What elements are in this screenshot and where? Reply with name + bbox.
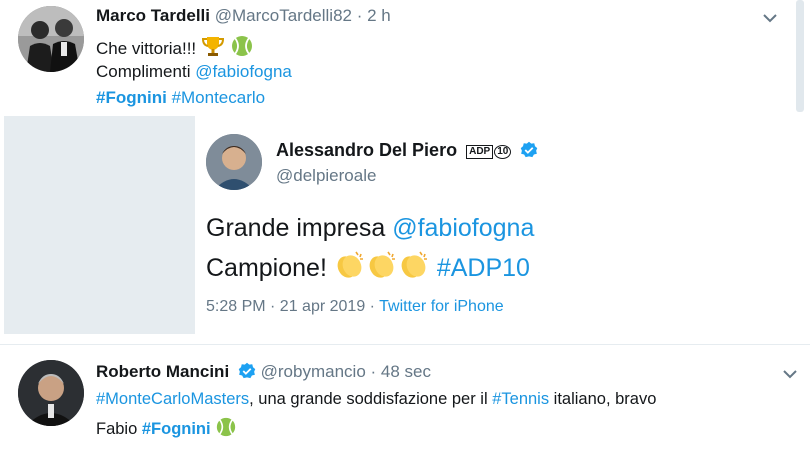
chevron-down-icon[interactable] bbox=[782, 366, 798, 382]
hashtag-link[interactable]: #Fognini bbox=[142, 420, 211, 438]
trophy-icon bbox=[201, 37, 224, 56]
tweet-text: Che vittoria!!! bbox=[96, 39, 197, 58]
quoted-timestamp-line: 5:28 PM · 21 apr 2019 · Twitter for iPho… bbox=[206, 298, 504, 316]
hashtag-link[interactable]: #MonteCarloMasters bbox=[96, 390, 249, 408]
quoted-author-handle[interactable]: @delpieroale bbox=[276, 166, 376, 186]
quoted-text-line: Campione! #ADP10 bbox=[206, 250, 530, 283]
author-name[interactable]: Roberto Mancini bbox=[96, 362, 229, 381]
avatar-tardelli[interactable] bbox=[18, 6, 84, 72]
tweet-text: italiano, bravo bbox=[549, 390, 657, 408]
embedded-media-placeholder bbox=[4, 116, 195, 334]
author-name[interactable]: Marco Tardelli bbox=[96, 6, 210, 25]
tweet-text-line: Fabio #Fognini bbox=[96, 416, 237, 439]
quoted-text: Grande impresa bbox=[206, 214, 393, 242]
tweet-time[interactable]: · 48 sec bbox=[371, 362, 431, 381]
tweet-divider bbox=[0, 344, 810, 345]
hashtag-link[interactable]: #Fognini bbox=[96, 88, 167, 107]
tweet-time[interactable]: · 2 h bbox=[357, 6, 391, 25]
tweet-tardelli[interactable]: Marco Tardelli @MarcoTardelli82 · 2 h Ch… bbox=[0, 0, 804, 112]
tweet-text-line: #MonteCarloMasters, una grande soddisfaz… bbox=[96, 390, 656, 409]
tweet-hashtags: #Fognini #Montecarlo bbox=[96, 88, 265, 108]
chevron-down-icon[interactable] bbox=[762, 10, 778, 26]
tweet-text: , una grande soddisfazione per il bbox=[249, 390, 493, 408]
quoted-text: Campione! bbox=[206, 254, 327, 282]
tweet-text: Fabio bbox=[96, 420, 142, 438]
hashtag-link[interactable]: #Tennis bbox=[492, 390, 549, 408]
adp-number-text: 10 bbox=[497, 146, 509, 157]
avatar-delpiero[interactable] bbox=[206, 134, 262, 190]
mention-link[interactable]: @fabiofogna bbox=[392, 214, 534, 242]
author-handle[interactable]: @MarcoTardelli82 bbox=[215, 6, 352, 25]
author-handle[interactable]: @robymancio bbox=[261, 362, 366, 381]
tennis-ball-icon bbox=[217, 417, 236, 437]
adp-number-badge: 10 bbox=[494, 145, 512, 159]
clapping-hands-icon bbox=[337, 251, 363, 278]
quoted-timestamp[interactable]: 5:28 PM · 21 apr 2019 · bbox=[206, 298, 379, 315]
tweet-header: Marco Tardelli @MarcoTardelli82 · 2 h bbox=[96, 6, 391, 26]
quoted-text-line: Grande impresa @fabiofogna bbox=[206, 214, 534, 243]
quoted-author-name: Alessandro Del Piero ADP 10 bbox=[276, 140, 538, 161]
mention-link[interactable]: @fabiofogna bbox=[195, 62, 292, 81]
quoted-author-name-text[interactable]: Alessandro Del Piero bbox=[276, 140, 457, 160]
verified-badge-icon bbox=[521, 141, 538, 158]
adp-badge: ADP bbox=[466, 145, 494, 159]
clapping-hands-icon bbox=[401, 251, 427, 278]
source-link[interactable]: Twitter for iPhone bbox=[379, 298, 504, 315]
tweet-text-line: Complimenti @fabiofogna bbox=[96, 62, 292, 82]
tennis-ball-icon bbox=[231, 36, 252, 56]
hashtag-link[interactable]: #ADP10 bbox=[437, 254, 530, 282]
tweet-header: Roberto Mancini @robymancio · 48 sec bbox=[96, 362, 431, 382]
tweet-text-line: Che vittoria!!! bbox=[96, 34, 254, 59]
hashtag-link[interactable]: #Montecarlo bbox=[172, 88, 266, 107]
adp-badge-text: ADP bbox=[469, 146, 491, 157]
avatar-mancini[interactable] bbox=[18, 360, 84, 426]
verified-badge-icon bbox=[238, 362, 256, 379]
clapping-hands-icon bbox=[369, 251, 395, 278]
tweet-text: Complimenti bbox=[96, 62, 196, 81]
scrollbar[interactable] bbox=[796, 0, 804, 112]
